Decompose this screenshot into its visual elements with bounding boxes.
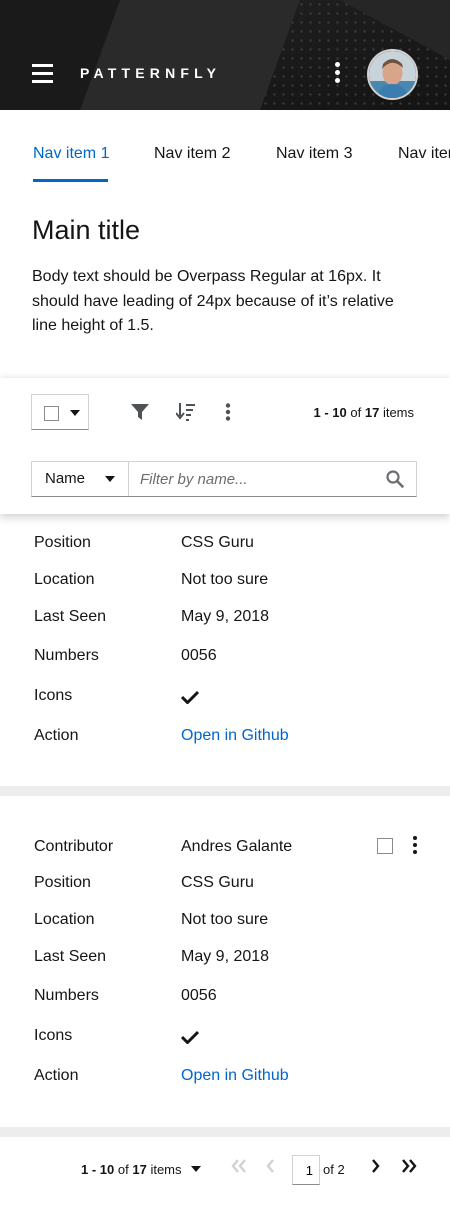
brand-logo: PATTERNFLY <box>80 65 222 81</box>
page-title: Main title <box>32 215 141 245</box>
page-of-total: of 2 <box>323 1162 345 1177</box>
toolbar-pagination-summary: 1 - 10 of 17 items <box>314 405 415 420</box>
record-value: 0056 <box>181 647 217 664</box>
filter-input[interactable] <box>130 462 370 496</box>
nav-item-2[interactable]: Nav item 2 <box>154 145 230 163</box>
horizontal-nav: Nav item 1 Nav item 2 Nav item 3 Nav ite… <box>0 110 450 185</box>
record-value: Not too sure <box>181 911 269 928</box>
record-kebab-icon[interactable] <box>411 836 419 856</box>
check-icon <box>181 1030 199 1044</box>
sort-icon[interactable] <box>176 403 196 421</box>
pager-range: 1 - 10 <box>313 405 347 420</box>
open-in-github-link[interactable]: Open in Github <box>181 727 289 745</box>
header-kebab-icon[interactable] <box>331 62 343 86</box>
nav-item-1[interactable]: Nav item 1 <box>33 145 109 163</box>
pager-total: 17 <box>364 405 380 420</box>
record-value: Andres Galante <box>181 838 293 855</box>
chevron-down-icon <box>191 1166 202 1172</box>
search-icon[interactable] <box>386 470 404 488</box>
per-page-dropdown[interactable]: 1 - 10 of 17 items <box>81 1162 202 1177</box>
chevron-down-icon <box>105 476 115 482</box>
record-checkbox[interactable] <box>377 838 393 854</box>
record-key: Location <box>34 911 95 928</box>
record-value: Not too sure <box>181 571 269 588</box>
nav-item-4[interactable]: Nav item 4 <box>398 145 450 163</box>
record-key: Last Seen <box>34 608 107 625</box>
filter-group: Name <box>31 461 417 497</box>
record-key: Location <box>34 571 95 588</box>
pager-items: items <box>382 405 414 420</box>
toolbar-kebab-icon[interactable] <box>225 403 231 421</box>
nav-active-indicator <box>33 179 108 182</box>
record-key: Position <box>34 534 91 551</box>
record-key: Icons <box>34 687 73 704</box>
bulk-select-checkbox[interactable] <box>44 406 59 421</box>
record-value: 0056 <box>181 987 217 1004</box>
chevron-down-icon <box>70 410 80 416</box>
record-value: CSS Guru <box>181 534 254 551</box>
record-key: Numbers <box>34 647 99 664</box>
pagination-range: 1 - 10 <box>81 1162 115 1177</box>
filter-attribute-label: Name <box>45 470 86 487</box>
record-separator <box>0 1127 450 1137</box>
record-key: Action <box>34 727 79 744</box>
record-key: Action <box>34 1067 79 1084</box>
open-in-github-link[interactable]: Open in Github <box>181 1067 289 1085</box>
next-page-icon[interactable] <box>371 1159 381 1173</box>
record-key: Last Seen <box>34 948 107 965</box>
bulk-select-dropdown[interactable] <box>31 394 89 430</box>
first-page-icon[interactable] <box>231 1159 247 1173</box>
avatar-image <box>369 51 416 98</box>
check-icon <box>181 690 199 704</box>
avatar[interactable] <box>367 49 418 100</box>
filter-attribute-select[interactable]: Name <box>32 462 129 496</box>
last-page-icon[interactable] <box>401 1159 417 1173</box>
pagination-items: items <box>150 1162 182 1177</box>
pagination-of: of <box>117 1162 129 1177</box>
record-key: Numbers <box>34 987 99 1004</box>
record-key: Position <box>34 874 91 891</box>
masthead: PATTERNFLY <box>0 0 450 110</box>
hamburger-menu-icon[interactable] <box>32 64 53 83</box>
record-value: CSS Guru <box>181 874 254 891</box>
record-key: Icons <box>34 1027 73 1044</box>
record-value: May 9, 2018 <box>181 608 270 625</box>
nav-item-3[interactable]: Nav item 3 <box>276 145 352 163</box>
pagination-total: 17 <box>132 1162 147 1177</box>
page-number-input[interactable] <box>292 1155 320 1185</box>
filter-icon[interactable] <box>131 404 149 421</box>
bottom-pagination: 1 - 10 of 17 items of 2 <box>0 1137 450 1205</box>
record-separator <box>0 786 450 796</box>
page-body-text: Body text should be Overpass Regular at … <box>32 268 394 334</box>
record-key: Contributor <box>34 838 114 855</box>
toolbar: 1 - 10 of 17 items Name <box>0 378 450 514</box>
record-value: May 9, 2018 <box>181 948 270 965</box>
pager-of: of <box>350 405 362 420</box>
previous-page-icon[interactable] <box>265 1159 275 1173</box>
